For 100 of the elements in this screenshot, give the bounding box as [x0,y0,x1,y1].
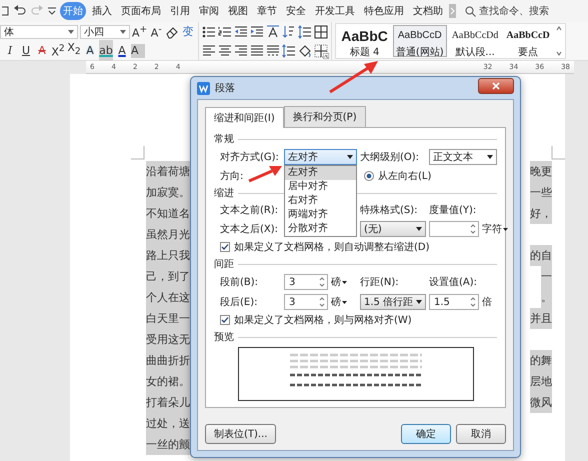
document-text: 沿着荷塘 [146,161,190,182]
document-text: 的舞 [530,350,552,371]
document-text: 不知道名 [146,203,190,224]
ribbon-tab[interactable]: 开发工具 [312,2,358,20]
outdent-icon[interactable] [234,24,248,38]
dialog-tab[interactable]: 换行和分页(P) [284,106,366,127]
pinyin-button[interactable]: 变 [181,24,196,38]
menu-icon[interactable] [2,5,10,17]
outline-level-dropdown[interactable]: 正文文本 [429,149,497,165]
unit-dropdown[interactable]: 磅 [331,275,347,289]
dropdown-option[interactable]: 分散对齐 [285,222,356,236]
unit-dropdown[interactable]: 磅 [331,295,347,309]
numbered-list-icon[interactable] [218,24,232,38]
undo-icon[interactable] [13,5,27,17]
alignment-dropdown[interactable]: 左对齐 [284,149,357,165]
style-swatch[interactable]: AaBbCcD 普通(网站) [392,25,447,57]
measure-field[interactable] [429,221,479,237]
field-label: 设置值(A): [429,276,478,289]
spinner-icon[interactable] [318,275,326,289]
format-button[interactable]: A [35,44,49,58]
special-format-dropdown[interactable]: (无) [360,221,426,237]
ribbon-tab[interactable]: 引用 [167,2,193,20]
spinner-icon[interactable] [469,222,477,236]
ribbon-tab[interactable]: 插入 [89,2,115,20]
search-field[interactable]: 查找命令、搜索 [465,4,549,18]
section-heading: 间距 [214,258,234,271]
line-spacing-icon[interactable] [282,44,296,58]
cancel-button[interactable]: 取消 [456,424,506,444]
field-label: 段前(B): [220,276,258,289]
format-button[interactable]: A [115,44,129,58]
align-center-icon[interactable] [218,44,232,58]
format-button[interactable]: A [131,44,145,58]
dialog-tab[interactable]: 缩进和间距(I) [205,107,284,128]
caret-icon [416,300,422,304]
app-icon [197,82,210,94]
dropdown-option[interactable]: 右对齐 [285,194,356,208]
document-text: 曲曲折折 [146,350,190,371]
format-button[interactable]: U [19,44,33,58]
align-right-icon[interactable] [234,44,248,58]
format-button[interactable]: A [83,44,97,58]
ribbon-tab[interactable]: 章节 [254,2,280,20]
close-button[interactable] [478,78,514,94]
format-button[interactable]: X$_{2}$ [67,41,81,60]
section-heading: 常规 [214,132,234,146]
ribbon-tab[interactable]: 文档助 [410,2,446,20]
tab-stops-button[interactable]: 制表位(T)... [205,424,276,444]
line-spacing-icon[interactable] [298,24,312,38]
align-left-icon[interactable] [202,44,216,58]
indent-icon[interactable] [250,24,264,38]
table-grid-icon[interactable] [314,24,328,38]
ok-button[interactable]: 确定 [401,424,451,444]
font-size-field[interactable]: 小四 [80,24,130,38]
search-icon [465,6,476,16]
spacing-after-field[interactable]: 3 [284,294,328,310]
dialog-title: 段落 [215,82,236,95]
spinner-icon[interactable] [469,295,477,309]
format-button[interactable]: I [3,44,17,58]
radio-label: 从左向右(L) [378,170,432,183]
caret-icon [342,300,347,304]
ribbon-tab[interactable]: 安全 [283,2,309,20]
ribbon-tab[interactable]: 审阅 [196,2,222,20]
distribute-icon[interactable] [266,44,280,58]
shrink-font-button[interactable]: A$^{-}$ [149,22,164,40]
eraser-icon[interactable] [165,24,180,38]
spinner-icon[interactable] [318,295,326,309]
text-direction-icon[interactable] [266,24,280,38]
line-spacing-dropdown[interactable]: 1.5 倍行距 [360,294,426,310]
checkbox-label: 如果定义了文档网格，则自动调整右缩进(D) [234,240,430,254]
unit-dropdown[interactable]: 字符 [482,222,508,236]
checkbox[interactable] [220,242,230,252]
customize-icon[interactable] [47,5,57,17]
document-text: 加寂寞。 [146,182,190,203]
bullet-list-icon[interactable] [202,24,216,38]
format-button[interactable]: ab [99,40,113,61]
line-spacing-value-field[interactable]: 1.5 [429,294,479,310]
document-text: 一些 [530,182,552,203]
dropdown-option[interactable]: 左对齐 [285,166,356,180]
ribbon-tab[interactable]: 页面布局 [118,2,164,20]
checkbox[interactable] [220,315,230,325]
dialog-launcher-icon[interactable] [323,53,330,59]
dropdown-option[interactable]: 两端对齐 [285,208,356,222]
checkbox-label: 如果定义了文档网格，则与网格对齐(W) [234,314,412,327]
dropdown-option[interactable]: 居中对齐 [285,180,356,194]
document-text: 女的裙。 [146,371,190,392]
document-text: 个人在这 [146,287,190,308]
format-button[interactable]: X$^{2}$ [51,42,65,60]
caret-icon [68,30,74,34]
gallery-scroll-icon[interactable] [554,24,563,58]
ribbon-tab[interactable]: 特色应用 [361,2,407,20]
font-name-field[interactable]: 体 [0,24,78,38]
radio-button[interactable] [364,171,374,181]
border-icon[interactable] [314,44,328,58]
caret-icon [503,228,508,230]
paint-bucket-icon[interactable] [298,44,312,58]
ribbon-tab[interactable]: 视图 [225,2,251,20]
justify-icon[interactable] [250,44,264,58]
grow-font-button[interactable]: A$^{+}$ [132,22,148,40]
sort-icon[interactable] [282,24,296,38]
spacing-before-field[interactable]: 3 [284,274,328,290]
field-label: 方向: [220,170,244,183]
